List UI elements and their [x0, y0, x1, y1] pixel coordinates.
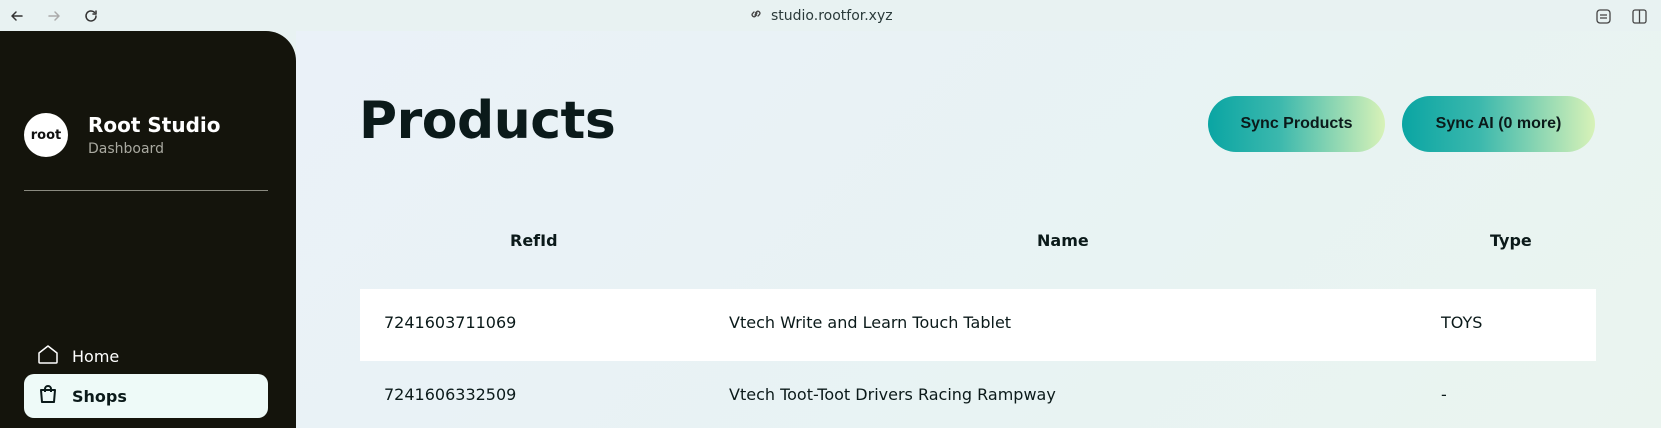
sidebar-toggle-icon[interactable]	[1628, 5, 1650, 27]
table-row[interactable]: 7241603711069 Vtech Write and Learn Touc…	[360, 289, 1596, 361]
column-header-name[interactable]: Name	[1037, 231, 1089, 250]
cell-name: Vtech Toot-Toot Drivers Racing Rampway	[729, 385, 1056, 404]
sidebar-item-shops[interactable]: Shops	[24, 374, 268, 418]
brand-logo[interactable]: root	[24, 113, 68, 157]
back-icon[interactable]	[6, 5, 28, 27]
sidebar: root Root Studio Dashboard Home Shops	[0, 31, 296, 428]
brand: root Root Studio Dashboard	[24, 113, 221, 157]
address-bar[interactable]: studio.rootfor.xyz	[749, 5, 893, 27]
cell-refid: 7241606332509	[384, 385, 517, 404]
main-content: Products Sync Products Sync AI (0 more) …	[296, 31, 1661, 428]
cell-type: TOYS	[1441, 313, 1483, 332]
extension-icon[interactable]	[1592, 5, 1614, 27]
cell-refid: 7241603711069	[384, 313, 517, 332]
reload-icon[interactable]	[80, 5, 102, 27]
sidebar-item-label: Shops	[72, 386, 127, 406]
url-text: studio.rootfor.xyz	[771, 8, 893, 24]
page-title: Products	[359, 91, 616, 151]
sync-products-button[interactable]: Sync Products	[1208, 96, 1385, 152]
cell-type: -	[1441, 385, 1447, 404]
link-icon	[749, 7, 763, 25]
home-icon	[36, 342, 60, 370]
brand-title: Root Studio	[88, 113, 221, 137]
sidebar-item-label: Home	[72, 346, 120, 366]
sidebar-divider	[24, 190, 268, 191]
sync-ai-button[interactable]: Sync AI (0 more)	[1402, 96, 1595, 152]
cell-name: Vtech Write and Learn Touch Tablet	[729, 313, 1012, 332]
forward-icon[interactable]	[43, 5, 65, 27]
sidebar-item-home[interactable]: Home	[24, 334, 268, 378]
column-header-type[interactable]: Type	[1490, 231, 1532, 250]
shopping-bag-icon	[36, 382, 60, 410]
table-header: RefId Name Type	[360, 231, 1596, 255]
brand-subtitle: Dashboard	[88, 141, 164, 157]
browser-toolbar: studio.rootfor.xyz	[0, 0, 1661, 31]
table-row[interactable]: 7241606332509 Vtech Toot-Toot Drivers Ra…	[360, 361, 1596, 428]
column-header-refid[interactable]: RefId	[510, 231, 558, 250]
